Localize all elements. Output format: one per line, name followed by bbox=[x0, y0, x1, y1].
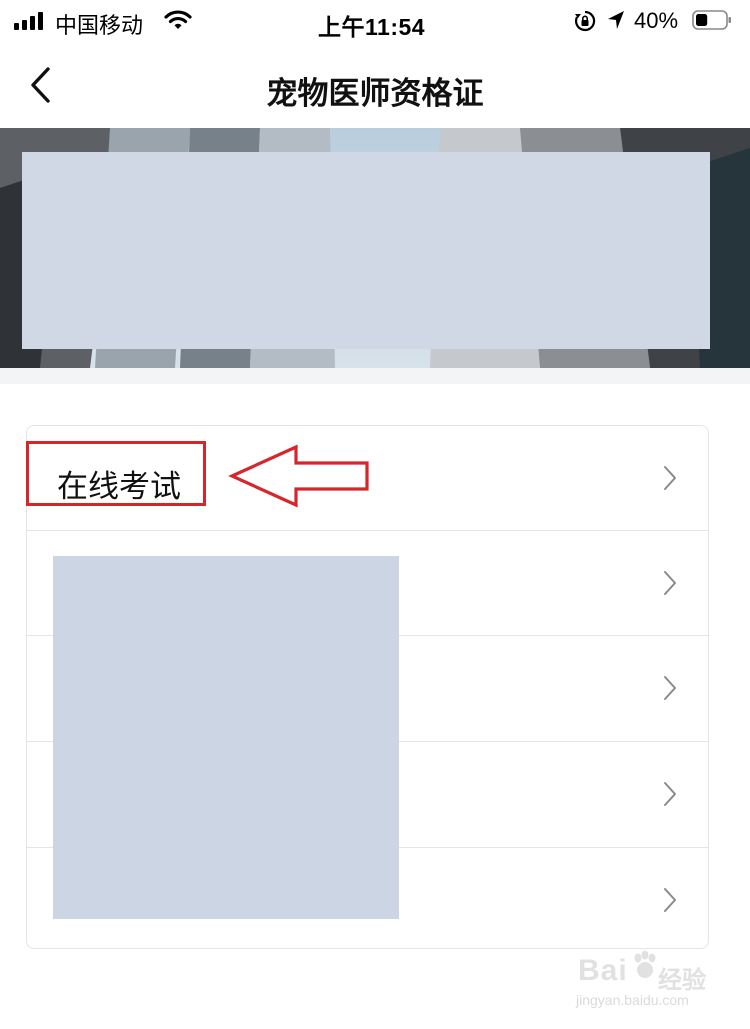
chevron-right-icon bbox=[664, 676, 676, 700]
watermark-brand: Bai bbox=[578, 954, 628, 987]
chevron-right-icon bbox=[664, 888, 676, 912]
chevron-right-icon bbox=[664, 571, 676, 595]
paw-icon bbox=[634, 950, 656, 978]
chevron-right-icon bbox=[664, 466, 676, 490]
watermark-suffix: 经验 bbox=[658, 966, 706, 994]
highlight-box bbox=[26, 441, 206, 506]
baidu-watermark: Bai 经验 jingyan.baidu.com bbox=[574, 946, 724, 1016]
banner-redaction bbox=[22, 152, 710, 349]
location-arrow-icon bbox=[606, 9, 626, 37]
status-time: 上午11:54 bbox=[318, 14, 426, 40]
battery-icon bbox=[692, 10, 732, 30]
watermark-url: jingyan.baidu.com bbox=[576, 992, 689, 1008]
carrier-name: 中国移动 bbox=[55, 13, 144, 38]
banner-image bbox=[0, 128, 750, 368]
wifi-icon bbox=[164, 9, 192, 37]
chevron-right-icon bbox=[664, 782, 676, 806]
status-bar: 中国移动 上午11:54 40% bbox=[0, 0, 750, 42]
signal-icon bbox=[14, 12, 43, 30]
screen: 中国移动 上午11:54 40% 宠物医师资格证 在线考试 Bai 经验 jin… bbox=[0, 0, 750, 1029]
menu-redaction bbox=[53, 556, 399, 919]
section-divider bbox=[0, 368, 750, 384]
battery-percent: 40% bbox=[634, 8, 679, 33]
annotation-arrow-icon bbox=[228, 444, 369, 508]
navigation-bar: 宠物医师资格证 bbox=[0, 42, 750, 128]
page-title: 宠物医师资格证 bbox=[266, 76, 484, 112]
rotation-lock-icon bbox=[574, 10, 596, 38]
